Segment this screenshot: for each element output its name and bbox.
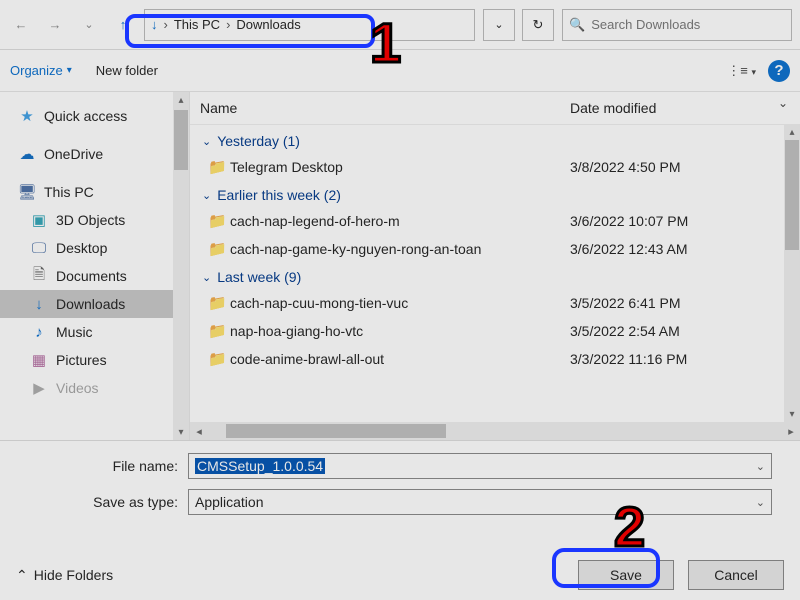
file-row[interactable]: 📁cach-nap-legend-of-hero-m3/6/2022 10:07… [208,207,800,235]
folder-icon: 📁 [208,350,230,368]
sidebar-item-onedrive[interactable]: ☁OneDrive [0,140,189,168]
file-row[interactable]: 📁nap-hoa-giang-ho-vtc3/5/2022 2:54 AM [208,317,800,345]
file-row[interactable]: 📁code-anime-brawl-all-out3/3/2022 11:16 … [208,345,800,373]
save-form: File name: CMSSetup_1.0.0.54 ⌄ Save as t… [0,440,800,517]
scroll-down-icon[interactable]: ▾ [784,406,800,422]
document-icon: 🗎 [30,264,48,289]
nav-up-button[interactable]: ↑ [110,12,136,38]
sidebar-item-downloads[interactable]: ↓Downloads [0,290,189,318]
pictures-icon: ▦ [30,351,48,369]
folder-icon: 📁 [208,158,230,176]
view-layout-button[interactable]: ⋮≡ ▾ [727,63,756,79]
nav-forward-button[interactable]: → [42,12,68,38]
scroll-right-icon[interactable]: ▸ [782,422,800,440]
sidebar-item-quick-access[interactable]: ★Quick access [0,102,189,130]
music-icon: ♪ [30,324,48,341]
file-row[interactable]: 📁cach-nap-game-ky-nguyen-rong-an-toan3/6… [208,235,800,263]
search-icon: 🔍 [569,17,585,33]
chevron-down-icon: ⌄ [202,135,211,148]
refresh-button[interactable]: ↻ [522,9,554,41]
nav-recent-dropdown[interactable]: ⌄ [76,12,102,38]
column-headers: Name Date modified [190,92,800,125]
sidebar-item-music[interactable]: ♪Music [0,318,189,346]
sidebar-scrollbar[interactable]: ▴ ▾ [173,92,189,440]
star-icon: ★ [18,107,36,125]
breadcrumb-this-pc[interactable]: This PC [174,17,220,32]
hide-folders-toggle[interactable]: ⌃ Hide Folders [16,567,113,584]
videos-icon: ▶ [30,379,48,397]
downloads-arrow-icon: ↓ [151,17,158,32]
chevron-up-icon: ⌃ [16,567,28,584]
column-header-date[interactable]: Date modified [570,100,790,116]
group-header-last-week[interactable]: ⌄Last week (9) [202,269,800,285]
pc-icon: 🖥 [18,183,36,201]
sidebar-item-pictures[interactable]: ▦Pictures [0,346,189,374]
save-type-label: Save as type: [0,494,188,510]
sort-indicator-icon[interactable]: ⌄ [778,96,788,110]
sidebar-item-this-pc[interactable]: 🖥This PC [0,178,189,206]
callout-label-1: 1 [370,10,401,75]
callout-label-2: 2 [614,494,645,559]
file-list-area: ⌄ Name Date modified ⌄Yesterday (1) 📁Tel… [190,92,800,440]
search-input[interactable]: 🔍 Search Downloads [562,9,792,41]
desktop-icon: 🖵 [30,240,48,257]
save-type-select[interactable]: Application ⌄ [188,489,772,515]
file-row[interactable]: 📁cach-nap-cuu-mong-tien-vuc3/5/2022 6:41… [208,289,800,317]
chevron-down-icon[interactable]: ⌄ [756,460,765,473]
filename-label: File name: [0,458,188,474]
scroll-up-icon[interactable]: ▴ [173,92,189,108]
save-button[interactable]: Save [578,560,674,590]
nav-back-button[interactable]: ← [8,12,34,38]
address-history-button[interactable]: ⌄ [483,9,515,41]
scrollbar-thumb[interactable] [174,110,188,170]
filename-input[interactable]: CMSSetup_1.0.0.54 ⌄ [188,453,772,479]
folder-icon: 📁 [208,240,230,258]
filename-value: CMSSetup_1.0.0.54 [195,458,325,474]
scrollbar-thumb[interactable] [785,140,799,250]
organize-menu[interactable]: Organize▾ [10,63,72,78]
breadcrumb-downloads[interactable]: Downloads [236,17,300,32]
sidebar-item-3d-objects[interactable]: ▣3D Objects [0,206,189,234]
breadcrumb-sep-icon: › [164,17,168,32]
cloud-icon: ☁ [18,145,36,163]
chevron-down-icon: ⌄ [202,189,211,202]
folder-icon: 📁 [208,212,230,230]
scroll-down-icon[interactable]: ▾ [173,424,189,440]
group-header-yesterday[interactable]: ⌄Yesterday (1) [202,133,800,149]
cube-icon: ▣ [30,211,48,229]
download-icon: ↓ [30,296,48,313]
save-type-value: Application [195,494,264,510]
scrollbar-thumb[interactable] [226,424,446,438]
breadcrumb-sep-icon: › [226,17,230,32]
horizontal-scrollbar[interactable]: ◂ ▸ [190,422,800,440]
vertical-scrollbar[interactable]: ▴ ▾ [784,124,800,422]
search-placeholder: Search Downloads [591,17,700,32]
cancel-button[interactable]: Cancel [688,560,784,590]
sidebar-item-documents[interactable]: 🗎Documents [0,262,189,290]
new-folder-button[interactable]: New folder [96,63,158,78]
column-header-name[interactable]: Name [200,100,570,116]
scroll-up-icon[interactable]: ▴ [784,124,800,140]
help-button[interactable]: ? [768,60,790,82]
folder-icon: 📁 [208,294,230,312]
folder-icon: 📁 [208,322,230,340]
footer-bar: ⌃ Hide Folders Save Cancel [0,560,800,590]
sidebar-item-desktop[interactable]: 🖵Desktop [0,234,189,262]
chevron-down-icon: ⌄ [202,271,211,284]
sidebar-item-videos[interactable]: ▶Videos [0,374,189,402]
group-header-earlier-week[interactable]: ⌄Earlier this week (2) [202,187,800,203]
address-bar[interactable]: ↓ › This PC › Downloads [144,9,475,41]
navigation-pane: ★Quick access ☁OneDrive 🖥This PC ▣3D Obj… [0,92,190,440]
chevron-down-icon[interactable]: ⌄ [756,496,765,509]
scroll-left-icon[interactable]: ◂ [190,422,208,440]
file-row[interactable]: 📁Telegram Desktop3/8/2022 4:50 PM [208,153,800,181]
